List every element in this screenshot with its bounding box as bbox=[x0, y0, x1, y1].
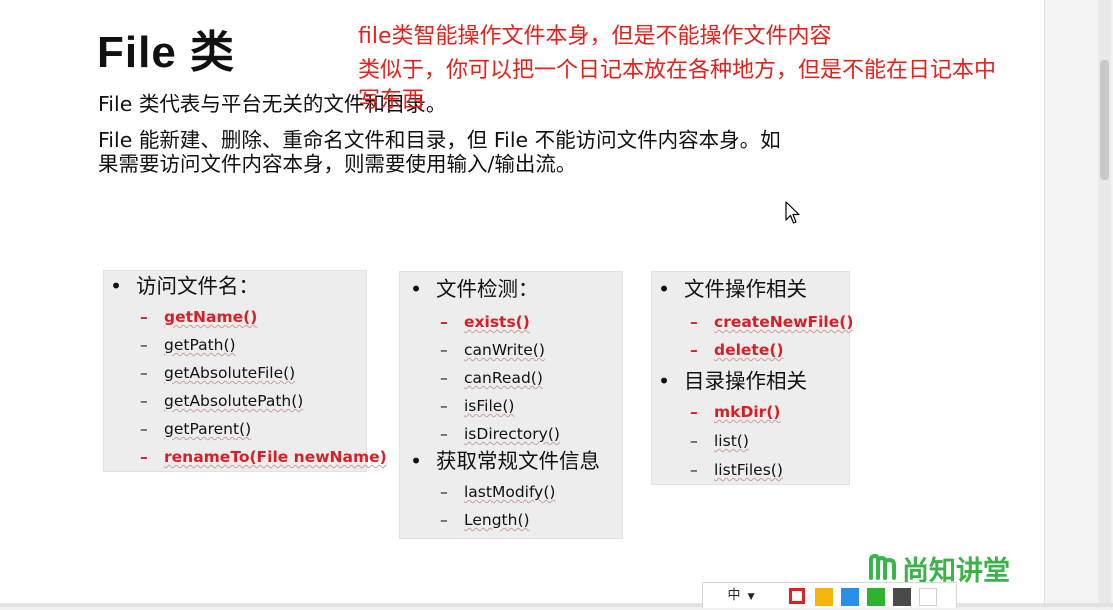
method-name: canRead() bbox=[464, 369, 543, 387]
dash-icon: – bbox=[140, 364, 148, 382]
method-name: getAbsoluteFile() bbox=[164, 364, 296, 382]
dash-icon: – bbox=[440, 397, 448, 415]
dash-icon: – bbox=[140, 336, 148, 354]
bullet-icon: • bbox=[410, 277, 423, 301]
color-swatch-green[interactable] bbox=[867, 588, 885, 606]
method-name: delete() bbox=[714, 341, 784, 359]
color-swatch-red[interactable] bbox=[789, 588, 805, 604]
method-item: – getAbsoluteFile() bbox=[140, 363, 295, 383]
method-name: mkDir() bbox=[714, 403, 781, 421]
bullet-icon: • bbox=[110, 274, 123, 298]
method-name: exists() bbox=[464, 313, 530, 331]
dash-icon: – bbox=[440, 341, 448, 359]
method-item: – lastModify() bbox=[440, 482, 555, 502]
annotation-line-2: 类似于，你可以把一个日记本放在各种地方，但是不能在日记本中 bbox=[358, 58, 997, 83]
box3-heading-2: • 目录操作相关 bbox=[658, 368, 807, 394]
color-swatch-blue[interactable] bbox=[841, 588, 859, 606]
method-name: getParent() bbox=[164, 420, 252, 438]
slide-title: File 类 bbox=[97, 28, 236, 77]
method-name: listFiles() bbox=[714, 461, 783, 479]
chevron-down-icon: ▼ bbox=[747, 592, 755, 602]
dash-icon: – bbox=[690, 461, 698, 479]
method-item: – list() bbox=[690, 431, 749, 451]
dash-icon: – bbox=[440, 425, 448, 443]
method-name: getAbsolutePath() bbox=[164, 392, 304, 410]
dash-icon: – bbox=[690, 403, 698, 421]
method-name: list() bbox=[714, 432, 749, 450]
method-item: – mkDir() bbox=[690, 402, 780, 422]
method-name: createNewFile() bbox=[714, 313, 854, 331]
dash-icon: – bbox=[140, 392, 148, 410]
dash-icon: – bbox=[690, 313, 698, 331]
dash-icon: – bbox=[140, 420, 148, 438]
box1-heading-label: 访问文件名： bbox=[136, 274, 259, 298]
method-item: – getAbsolutePath() bbox=[140, 391, 303, 411]
method-name: isFile() bbox=[464, 397, 515, 415]
method-item: – isFile() bbox=[440, 396, 514, 416]
color-swatch-white[interactable] bbox=[919, 588, 937, 606]
box3-heading: • 文件操作相关 bbox=[658, 276, 807, 302]
box2-heading: • 文件检测： bbox=[410, 276, 539, 302]
box2-heading-label: 文件检测： bbox=[436, 277, 539, 301]
method-item: – isDirectory() bbox=[440, 424, 560, 444]
dash-icon: – bbox=[690, 341, 698, 359]
dash-icon: – bbox=[440, 511, 448, 529]
box3-heading-label: 文件操作相关 bbox=[684, 277, 807, 301]
method-item: – listFiles() bbox=[690, 460, 783, 480]
method-box-file-name: • 访问文件名： – getName() – getPath() – getAbsolute… bbox=[103, 270, 387, 472]
bullet-icon: • bbox=[410, 449, 423, 473]
dash-icon: – bbox=[140, 448, 148, 466]
method-item: – getParent() bbox=[140, 419, 251, 439]
method-name: lastModify() bbox=[464, 483, 556, 501]
mouse-pointer-icon bbox=[785, 201, 800, 224]
method-box-file-detection: • 文件检测： – exists() – canWrite() – canRead() – is… bbox=[399, 271, 623, 539]
bullet-icon: • bbox=[658, 277, 671, 301]
annotation-line-1: file类智能操作文件本身，但是不能操作文件内容 bbox=[358, 24, 832, 49]
input-method-button[interactable]: 中 ▼ bbox=[703, 583, 779, 608]
method-item: – exists() bbox=[440, 312, 530, 332]
color-swatch-yellow[interactable] bbox=[815, 588, 833, 606]
method-name: Length() bbox=[464, 511, 530, 529]
annotation-line-3: 写东西 bbox=[358, 88, 425, 113]
dash-icon: – bbox=[440, 369, 448, 387]
method-name: canWrite() bbox=[464, 341, 545, 359]
method-item: – canRead() bbox=[440, 368, 543, 388]
method-item: – getPath() bbox=[140, 335, 236, 355]
method-item: – Length() bbox=[440, 510, 530, 530]
slide-paragraph-2: File 能新建、删除、重命名文件和目录，但 File 不能访问文件内容本身。如… bbox=[98, 128, 781, 176]
annotation-toolbar: 中 ▼ bbox=[702, 582, 957, 608]
box2-heading-2: • 获取常规文件信息 bbox=[410, 448, 600, 474]
method-box-operations: • 文件操作相关 – createNewFile() – delete() • 目录操作相… bbox=[651, 271, 853, 485]
method-name: getPath() bbox=[164, 336, 236, 354]
method-name: isDirectory() bbox=[464, 425, 560, 443]
box3-heading-2-label: 目录操作相关 bbox=[684, 369, 807, 393]
bullet-icon: • bbox=[658, 369, 671, 393]
dash-icon: – bbox=[440, 313, 448, 331]
input-method-label: 中 bbox=[727, 588, 741, 603]
dash-icon: – bbox=[440, 483, 448, 501]
color-swatch-dark-gray[interactable] bbox=[893, 588, 911, 606]
method-item: – renameTo(File newName) bbox=[140, 447, 387, 467]
method-name: getName() bbox=[164, 308, 258, 326]
box2-heading-2-label: 获取常规文件信息 bbox=[436, 449, 600, 473]
dash-icon: – bbox=[690, 432, 698, 450]
scrollbar-thumb[interactable] bbox=[1100, 60, 1109, 180]
dash-icon: – bbox=[140, 308, 148, 326]
method-item: – delete() bbox=[690, 340, 784, 360]
slide-canvas: File 类 File 类代表与平台无关的文件和目录。 File 能新建、删除、… bbox=[0, 0, 1044, 603]
method-item: – createNewFile() bbox=[690, 312, 853, 332]
method-name: renameTo(File newName) bbox=[164, 448, 387, 466]
method-item: – getName() bbox=[140, 307, 257, 327]
method-item: – canWrite() bbox=[440, 340, 545, 360]
box1-heading: • 访问文件名： bbox=[110, 273, 259, 299]
